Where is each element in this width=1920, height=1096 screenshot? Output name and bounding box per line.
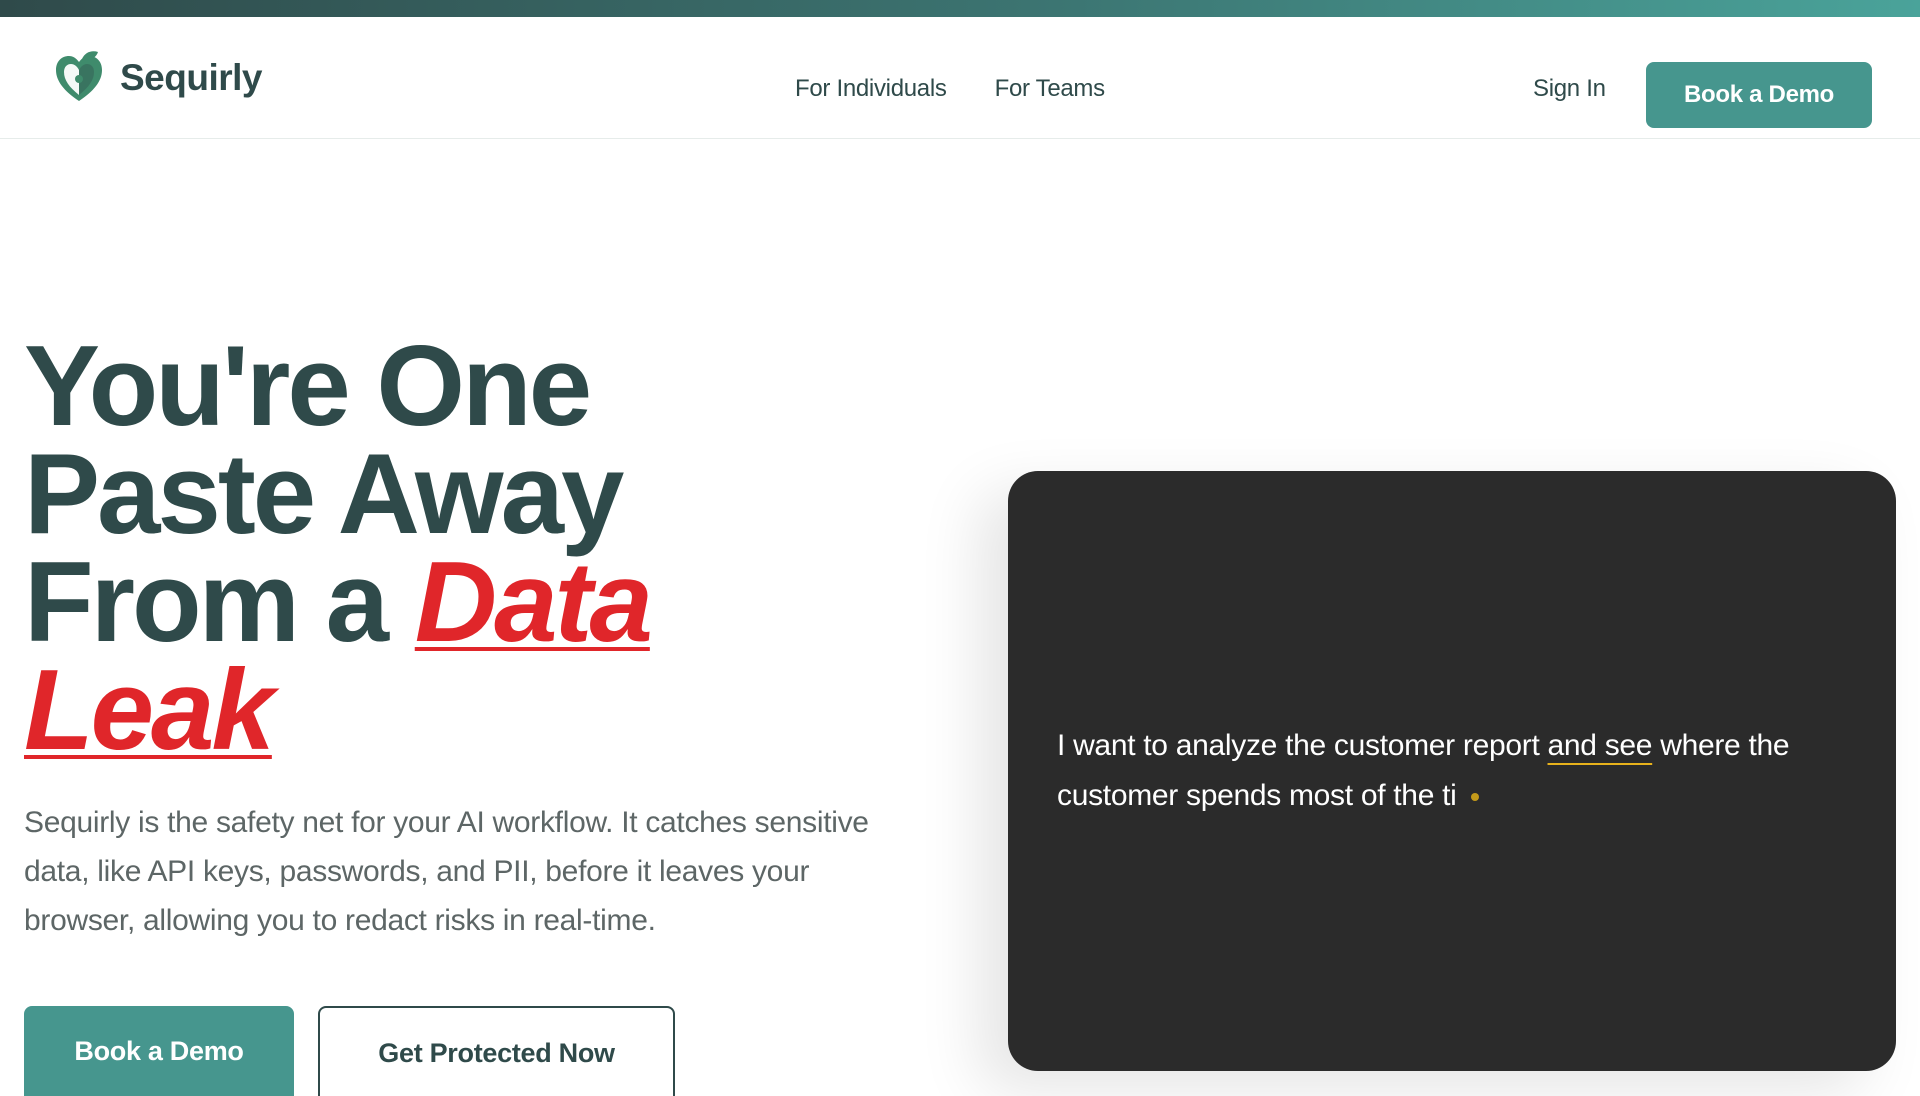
top-accent-strip xyxy=(0,0,1920,17)
nav-link-for-teams[interactable]: For Teams xyxy=(995,75,1106,103)
brand-home-link[interactable]: Sequirly xyxy=(52,49,263,107)
demo-highlighted-phrase: and see xyxy=(1547,729,1653,762)
demo-typing-text: I want to analyze the customer report an… xyxy=(1057,721,1847,821)
get-protected-button[interactable]: Get Protected Now xyxy=(318,1006,675,1096)
hero-book-demo-button[interactable]: Book a Demo xyxy=(24,1006,294,1096)
hero-title: You're One Paste Away From a Data Leak xyxy=(24,330,784,768)
heart-shield-logo-icon xyxy=(56,51,102,101)
hero-description: Sequirly is the safety net for your AI w… xyxy=(24,806,869,937)
hero-title-accent-leak: Leak xyxy=(24,647,275,774)
main-nav: For Individuals For Teams xyxy=(795,75,1105,103)
hero-title-accent-data: Data xyxy=(414,539,653,666)
nav-book-demo-button[interactable]: Book a Demo xyxy=(1646,62,1872,128)
sign-in-link[interactable]: Sign In xyxy=(1533,75,1606,103)
nav-link-for-individuals[interactable]: For Individuals xyxy=(795,75,947,103)
demo-typing-card: I want to analyze the customer report an… xyxy=(1008,471,1896,1071)
typing-cursor-dot-icon xyxy=(1470,793,1479,802)
demo-text-before: I want to analyze the customer report xyxy=(1057,729,1548,762)
brand-name: Sequirly xyxy=(120,57,263,98)
navbar: Sequirly For Individuals For Teams Sign … xyxy=(0,17,1920,139)
